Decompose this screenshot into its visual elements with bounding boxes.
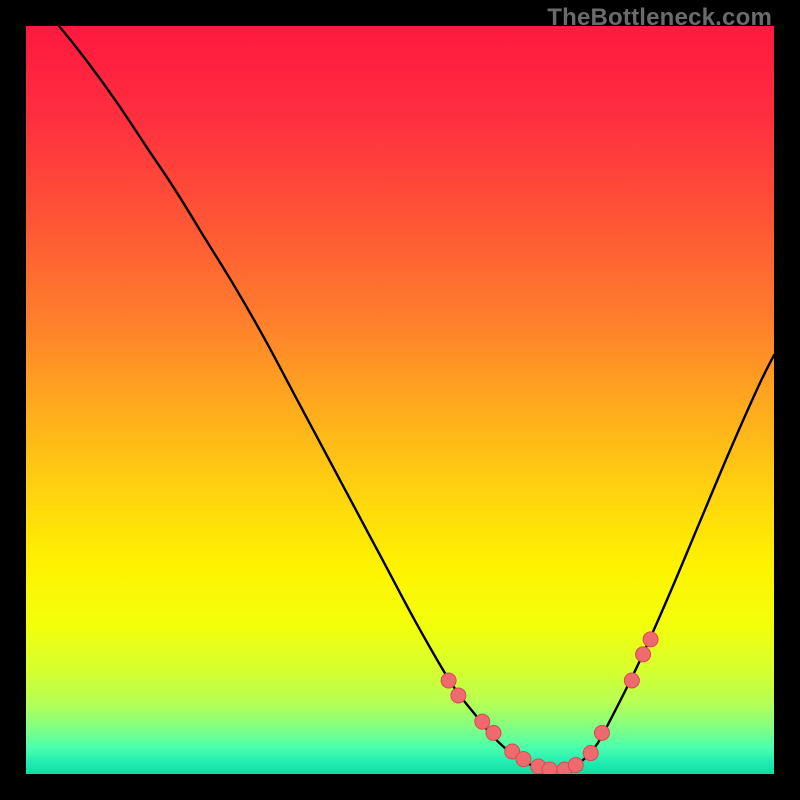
- marker-dot: [636, 647, 651, 662]
- marker-dot: [516, 752, 531, 767]
- chart-background: [26, 26, 774, 774]
- marker-dot: [475, 714, 490, 729]
- marker-dot: [568, 758, 583, 773]
- marker-dot: [594, 725, 609, 740]
- watermark-text: TheBottleneck.com: [547, 4, 772, 32]
- marker-dot: [486, 725, 501, 740]
- marker-dot: [624, 673, 639, 688]
- marker-dot: [583, 746, 598, 761]
- marker-dot: [451, 688, 466, 703]
- marker-dot: [542, 762, 557, 774]
- marker-dot: [441, 673, 456, 688]
- chart-frame: [26, 26, 774, 774]
- chart-canvas: [26, 26, 774, 774]
- marker-dot: [643, 632, 658, 647]
